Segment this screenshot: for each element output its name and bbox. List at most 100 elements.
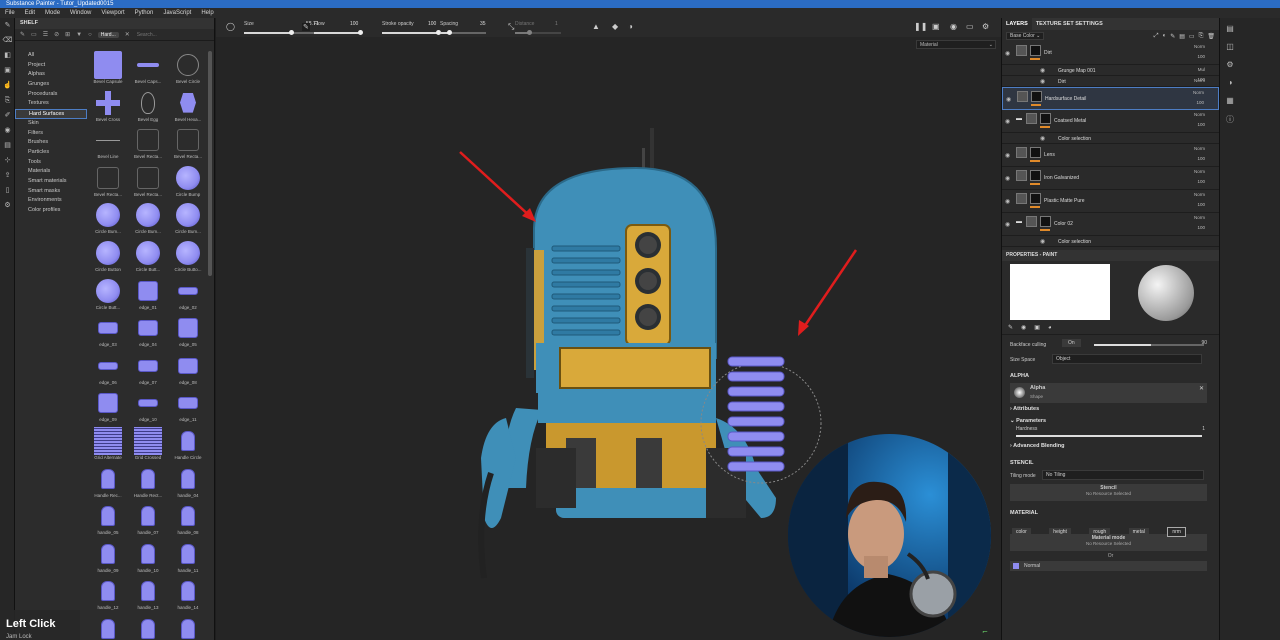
shelf-item[interactable]: handle_12 xyxy=(88,577,128,615)
blend-mode-select[interactable]: Norm xyxy=(1194,192,1205,197)
polygon-fill-icon[interactable]: ▣ xyxy=(0,63,15,78)
visibility-eye-icon[interactable]: ◉ xyxy=(1005,152,1010,159)
smudge-icon[interactable]: ☝ xyxy=(0,78,15,93)
normal-slot[interactable]: Normal xyxy=(1010,561,1207,571)
shelf-item[interactable]: Bevel Caps... xyxy=(128,51,168,89)
layer-row[interactable]: ◉ Plastic Matte Pure Norm 100 xyxy=(1002,190,1219,213)
opacity-value[interactable]: 100 xyxy=(1197,179,1205,184)
tab-layers[interactable]: LAYERS xyxy=(1002,18,1032,30)
grid-icon[interactable]: ⊞ xyxy=(65,31,70,38)
channel-color-button[interactable]: color xyxy=(1012,528,1031,536)
opacity-value[interactable]: 100 xyxy=(1197,156,1205,161)
category-hard-surfaces[interactable]: Hard Surfaces xyxy=(15,109,87,119)
shelf-search-input[interactable]: Search... xyxy=(137,32,177,38)
category-environments[interactable]: Environments xyxy=(15,196,87,206)
category-materials[interactable]: Materials xyxy=(15,167,87,177)
category-filters[interactable]: Filters xyxy=(15,129,87,139)
channel-select[interactable]: Base Color ⌄ xyxy=(1006,32,1045,40)
category-grunges[interactable]: Grunges xyxy=(15,80,87,90)
material-tab-icon[interactable]: ◕ xyxy=(1048,325,1052,331)
eraser-icon[interactable]: ⌫ xyxy=(0,33,15,48)
shelf-item[interactable] xyxy=(128,615,168,640)
category-all[interactable]: All xyxy=(15,51,87,61)
sub-layer-row[interactable]: ◉DirtNorm100 xyxy=(1002,76,1219,93)
blend-mode-select[interactable]: Norm xyxy=(1194,44,1205,49)
menu-file[interactable]: File xyxy=(0,8,20,18)
shelf-item[interactable]: Circle Bum... xyxy=(168,201,208,239)
shelf-item[interactable]: handle_07 xyxy=(128,502,168,540)
list-icon[interactable]: ☰ xyxy=(43,31,48,38)
stencil-slot[interactable]: Stencil No Resource Selected xyxy=(1010,484,1207,501)
shelf-item[interactable]: Bevel Circle xyxy=(168,51,208,89)
shelf-item[interactable]: Circle Butt... xyxy=(128,239,168,277)
category-textures[interactable]: Textures xyxy=(15,99,87,109)
visibility-eye-icon[interactable]: ◉ xyxy=(1040,135,1045,142)
sub-layer-row[interactable]: ◉ Color selection xyxy=(1002,236,1219,247)
shelf-item[interactable]: edge_10 xyxy=(128,389,168,427)
shelf-item[interactable]: handle_10 xyxy=(128,540,168,578)
hardness-slider[interactable] xyxy=(1016,435,1202,437)
category-tools[interactable]: Tools xyxy=(15,158,87,168)
visibility-eye-icon[interactable]: ◉ xyxy=(1040,78,1045,85)
category-smart-materials[interactable]: Smart materials xyxy=(15,177,87,187)
backface-toggle[interactable]: On xyxy=(1062,339,1081,347)
circle-icon[interactable]: ○ xyxy=(88,32,92,38)
category-particles[interactable]: Particles xyxy=(15,148,87,158)
blend-mode-select[interactable]: Norm xyxy=(1193,90,1204,95)
shelf-item[interactable]: Circle Bump xyxy=(168,164,208,202)
category-color-profiles[interactable]: Color profiles xyxy=(15,206,87,216)
shelf-item[interactable]: edge_06 xyxy=(88,352,128,390)
folder-icon[interactable]: ▭ xyxy=(31,31,37,38)
menu-window[interactable]: Window xyxy=(65,8,96,18)
shelf-item[interactable]: handle_08 xyxy=(168,502,208,540)
shelf-item[interactable] xyxy=(168,615,208,640)
visibility-eye-icon[interactable]: ◉ xyxy=(1040,238,1045,245)
layer-row[interactable]: ◉ Dirt Norm 100 xyxy=(1002,42,1219,65)
shelf-item[interactable]: edge_03 xyxy=(88,314,128,352)
shelf-item[interactable]: handle_13 xyxy=(128,577,168,615)
delete-icon[interactable]: 🗑 xyxy=(1207,33,1219,40)
shelf-item[interactable]: Bevel Recta... xyxy=(128,126,168,164)
attributes-section[interactable]: › Attributes xyxy=(1002,403,1219,416)
filter-chip[interactable]: Hard... xyxy=(97,31,119,38)
sub-layer-row[interactable]: ◉ Color selection xyxy=(1002,133,1219,144)
opacity-value[interactable]: 100 xyxy=(1196,100,1204,105)
shelf-item[interactable]: Circle Button xyxy=(88,239,128,277)
layer-icon[interactable]: ▤ xyxy=(0,138,15,153)
add-paint-layer-icon[interactable]: ✎ xyxy=(1170,33,1175,40)
clear-alpha-icon[interactable]: ✕ xyxy=(1199,385,1204,392)
shelf-item[interactable]: Circle Butt... xyxy=(88,277,128,315)
opacity-value[interactable]: 100 xyxy=(1197,202,1205,207)
display-dock-icon[interactable]: ◑ xyxy=(1224,78,1236,90)
picker-icon[interactable]: ✐ xyxy=(0,108,15,123)
shelf-item[interactable]: edge_07 xyxy=(128,352,168,390)
clear-filter-icon[interactable]: ✕ xyxy=(125,31,130,38)
channel-nrm-button[interactable]: nrm xyxy=(1167,527,1186,537)
channel-metal-button[interactable]: metal xyxy=(1128,528,1149,536)
shelf-item[interactable]: handle_09 xyxy=(88,540,128,578)
shelf-item[interactable]: Bevel Hexa... xyxy=(168,89,208,127)
hide-icon[interactable]: ⊘ xyxy=(54,31,59,38)
shelf-item[interactable]: Circle Bum... xyxy=(128,201,168,239)
backface-slider[interactable] xyxy=(1094,344,1204,346)
category-procedurals[interactable]: Procedurals xyxy=(15,90,87,100)
alpha-slot[interactable]: Alpha Shape ✕ xyxy=(1010,383,1207,403)
blend-mode-select[interactable]: Norm xyxy=(1194,215,1205,220)
duplicate-icon[interactable]: ⎘ xyxy=(1199,33,1204,40)
category-smart-masks[interactable]: Smart masks xyxy=(15,187,87,197)
visibility-eye-icon[interactable]: ◉ xyxy=(1005,175,1010,182)
add-mask-icon[interactable]: ◐ xyxy=(1163,33,1167,39)
settings-icon[interactable]: ⚙ xyxy=(0,198,15,213)
shelf-scrollbar[interactable] xyxy=(208,51,212,276)
shelf-item[interactable]: handle_11 xyxy=(168,540,208,578)
projection-icon[interactable]: ◧ xyxy=(0,48,15,63)
document-icon[interactable]: ▯ xyxy=(0,183,15,198)
shelf-item[interactable]: Bevel Egg xyxy=(128,89,168,127)
comments-dock-icon[interactable]: ◫ xyxy=(1224,42,1236,54)
menu-python[interactable]: Python xyxy=(130,8,159,18)
shelf-item[interactable]: edge_08 xyxy=(168,352,208,390)
properties-dock-icon[interactable]: ⚙ xyxy=(1224,60,1236,72)
menu-javascript[interactable]: JavaScript xyxy=(158,8,196,18)
shelf-item[interactable]: Circle Bum... xyxy=(88,201,128,239)
shelf-item[interactable]: Bevel Cross xyxy=(88,89,128,127)
